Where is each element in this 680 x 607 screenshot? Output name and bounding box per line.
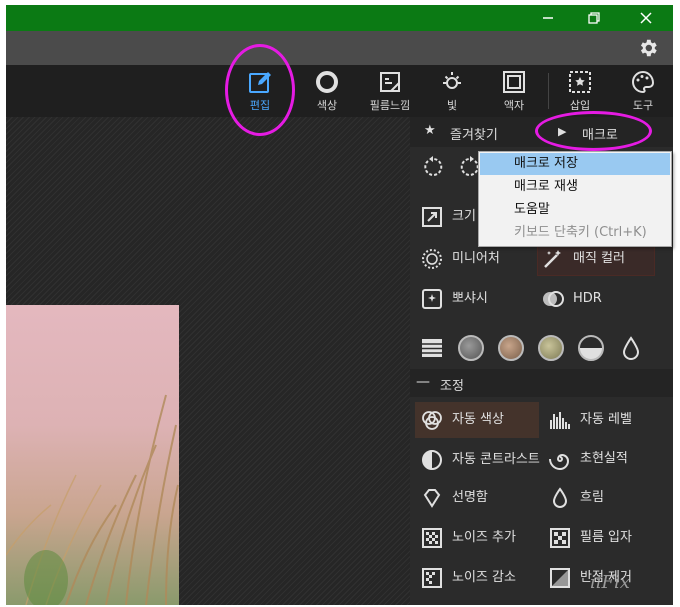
light-icon — [443, 72, 461, 89]
favorites-label[interactable]: 즐겨찾기 — [450, 124, 498, 143]
settings-bar — [6, 31, 673, 65]
watermark: iiFix — [590, 572, 630, 593]
auto-contrast-label: 자동 콘트라스트 — [452, 452, 540, 467]
tool-frame[interactable]: 액자 — [484, 69, 544, 115]
spiral-icon — [549, 453, 570, 471]
surreal-label: 초현실적 — [580, 451, 628, 466]
reduce-noise-button[interactable]: 노이즈 감소 — [420, 561, 516, 595]
sharpen-button[interactable]: 선명함 — [420, 481, 488, 515]
denoise-icon — [422, 568, 442, 588]
surreal-button[interactable]: 초현실적 — [548, 442, 628, 476]
miniature-icon — [422, 249, 442, 269]
star-icon: ★ — [424, 123, 436, 138]
color-ring-icon — [316, 71, 338, 93]
resize-label: 크기 — [452, 209, 476, 224]
auto-contrast-button[interactable]: 자동 콘트라스트 — [420, 442, 548, 478]
film-icon — [380, 72, 400, 92]
grain-icon — [550, 528, 570, 548]
noise-icon — [422, 528, 442, 548]
menu-item-save-macro[interactable]: 매크로 저장 — [480, 153, 670, 175]
soft-button[interactable]: 뽀샤시 — [420, 282, 488, 316]
add-noise-button[interactable]: 노이즈 추가 — [420, 521, 516, 555]
blur-button[interactable]: 흐림 — [548, 481, 604, 515]
sharpen-label: 선명함 — [452, 490, 488, 505]
toolbar-divider — [548, 73, 549, 109]
miniature-label: 미니어처 — [452, 251, 500, 266]
auto-level-button[interactable]: 자동 레벨 — [548, 403, 632, 437]
drop-icon[interactable] — [621, 336, 641, 360]
maximize-button[interactable] — [575, 5, 613, 31]
contrast-icon — [422, 450, 442, 470]
histogram-icon — [550, 412, 570, 429]
annotation-circle-edit — [225, 44, 295, 136]
close-button[interactable] — [627, 5, 665, 31]
tool-label: 빛 — [446, 99, 458, 112]
auto-color-button[interactable]: 자동 색상 — [420, 403, 504, 437]
blur-drop-icon — [552, 487, 568, 508]
sparkle-icon — [422, 289, 442, 309]
grass-image — [6, 394, 179, 605]
resize-icon — [422, 207, 442, 227]
swatch-contrast[interactable] — [578, 335, 604, 361]
swatch-olive[interactable] — [538, 335, 564, 361]
list-icon[interactable] — [420, 336, 444, 360]
main-toolbar: 편집 색상 필름느낌 빛 액자 삽입 도구 — [6, 65, 673, 117]
tool-label: 필름느낌 — [369, 99, 411, 112]
film-grain-button[interactable]: 필름 입자 — [548, 521, 632, 555]
magic-wand-icon — [544, 250, 561, 268]
reduce-noise-label: 노이즈 감소 — [452, 570, 516, 585]
macro-menu: 매크로 저장 매크로 재생 도움말 키보드 단축키 (Ctrl+K) — [478, 151, 672, 247]
tool-light[interactable]: 빛 — [422, 69, 482, 115]
tool-insert[interactable]: 삽입 — [550, 69, 610, 115]
minimize-button[interactable] — [529, 5, 567, 31]
insert-icon — [569, 71, 591, 93]
tool-color[interactable]: 색상 — [297, 69, 357, 115]
auto-color-label: 자동 색상 — [452, 412, 504, 427]
preset-swatches — [418, 333, 658, 363]
tool-film[interactable]: 필름느낌 — [360, 69, 420, 115]
minimize-icon — [543, 17, 553, 19]
miniature-button[interactable]: 미니어처 — [420, 242, 500, 276]
menu-item-play-macro[interactable]: 매크로 재생 — [480, 176, 670, 198]
tool-label: 액자 — [503, 99, 525, 112]
restore-icon — [588, 12, 600, 24]
blur-label: 흐림 — [580, 490, 604, 505]
resize-button[interactable]: 크기 — [420, 200, 476, 234]
magic-color-label: 매직 컬러 — [573, 251, 625, 266]
menu-item-help[interactable]: 도움말 — [480, 199, 670, 221]
close-icon — [640, 12, 652, 24]
soft-label: 뽀샤시 — [452, 291, 488, 306]
halftone-icon — [550, 568, 570, 588]
hdr-label: HDR — [573, 291, 602, 306]
title-bar — [6, 5, 673, 31]
swatch-sepia[interactable] — [498, 335, 524, 361]
adjust-section-header[interactable]: — 조정 — [410, 369, 673, 397]
frame-icon — [503, 71, 525, 93]
tool-label: 도구 — [632, 99, 654, 112]
rotate-left-icon[interactable] — [421, 155, 445, 179]
film-grain-label: 필름 입자 — [580, 530, 632, 545]
tools-palette-icon — [632, 70, 655, 94]
magic-color-button[interactable]: 매직 컬러 — [541, 242, 625, 276]
photo-preview — [6, 305, 179, 605]
diamond-icon — [423, 489, 441, 508]
gear-icon[interactable] — [637, 37, 659, 59]
auto-level-label: 자동 레벨 — [580, 412, 632, 427]
add-noise-label: 노이즈 추가 — [452, 530, 516, 545]
hdr-icon — [543, 291, 564, 307]
tool-label: 색상 — [316, 99, 338, 112]
hdr-button[interactable]: HDR — [541, 282, 602, 316]
swatch-gray[interactable] — [458, 335, 484, 361]
tool-tools[interactable]: 도구 — [613, 69, 673, 115]
collapse-icon: — — [416, 374, 430, 390]
auto-color-icon — [422, 411, 442, 430]
annotation-circle-macro — [535, 111, 652, 151]
adjust-section-label: 조정 — [440, 379, 464, 394]
menu-item-keyboard-shortcuts: 키보드 단축키 (Ctrl+K) — [514, 225, 647, 240]
